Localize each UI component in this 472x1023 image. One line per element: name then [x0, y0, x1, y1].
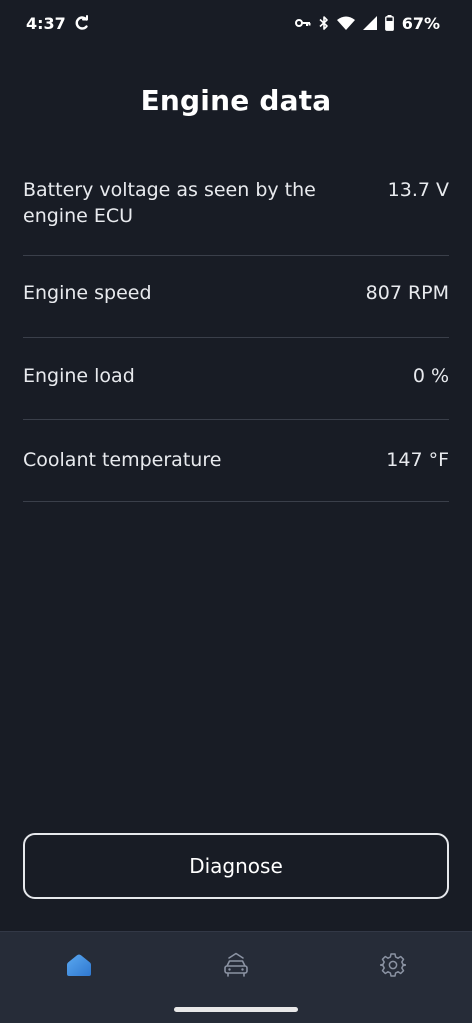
coolant-temperature-value: 147 °F [386, 449, 449, 471]
diagnose-button[interactable]: Diagnose [23, 833, 449, 899]
nav-settings[interactable] [373, 948, 413, 982]
vpn-key-icon [294, 17, 311, 29]
engine-load-value: 0 % [412, 365, 449, 387]
status-right: 67% [294, 13, 440, 33]
engine-speed-value: 807 RPM [365, 282, 449, 304]
data-row-coolant-temperature: Coolant temperature 147 °F [23, 420, 449, 502]
data-row-engine-speed: Engine speed 807 RPM [23, 256, 449, 338]
status-bar: 4:37 67% [0, 0, 472, 46]
nav-home[interactable] [59, 948, 99, 982]
wifi-icon [336, 16, 355, 30]
sync-icon [74, 15, 90, 31]
battery-voltage-value: 13.7 V [387, 179, 449, 201]
coolant-temperature-label: Coolant temperature [23, 449, 222, 471]
car-icon [224, 952, 248, 977]
engine-data-list: Battery voltage as seen by the engine EC… [23, 160, 449, 502]
engine-load-label: Engine load [23, 365, 135, 387]
home-icon [67, 954, 91, 976]
gesture-bar[interactable] [174, 1007, 298, 1012]
bottom-nav [0, 931, 472, 1023]
battery-voltage-label: Battery voltage as seen by the engine EC… [23, 179, 316, 227]
data-row-engine-load: Engine load 0 % [23, 338, 449, 420]
engine-data-screen: 4:37 67% Engine data Battery voltage as … [0, 0, 472, 1023]
gear-icon [380, 953, 406, 977]
cell-signal-icon [362, 16, 377, 30]
bluetooth-icon [319, 15, 329, 31]
status-time: 4:37 [26, 13, 66, 33]
battery-percent: 67% [401, 13, 440, 33]
engine-speed-label: Engine speed [23, 282, 152, 304]
status-left: 4:37 [26, 14, 90, 33]
nav-vehicle[interactable] [216, 948, 256, 982]
page-title: Engine data [140, 84, 332, 117]
data-row-battery-voltage: Battery voltage as seen by the engine EC… [23, 160, 449, 256]
battery-icon [384, 15, 394, 31]
